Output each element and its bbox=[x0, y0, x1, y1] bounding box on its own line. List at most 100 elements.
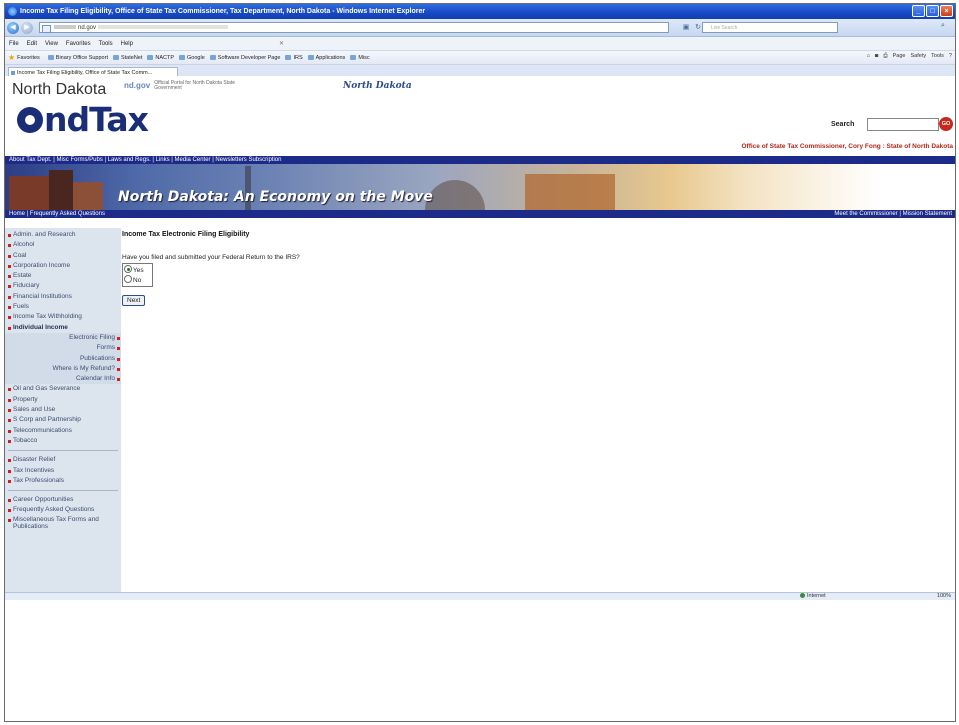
sidebar-item-corporation[interactable]: Corporation Income bbox=[5, 261, 121, 271]
option-yes[interactable]: Yes bbox=[124, 265, 151, 275]
sidebar-item-fiduciary[interactable]: Fiduciary bbox=[5, 281, 121, 291]
script-logo: North Dakota bbox=[343, 81, 412, 91]
maximize-button[interactable]: □ bbox=[926, 5, 939, 17]
cmd-page[interactable]: Page bbox=[893, 53, 906, 60]
sidebar-item-professionals[interactable]: Tax Professionals bbox=[5, 476, 121, 486]
sidebar-item-telecom[interactable]: Telecommunications bbox=[5, 426, 121, 436]
menu-bar: File Edit View Favorites Tools Help ✕ bbox=[5, 37, 955, 51]
back-icon[interactable]: ◀ bbox=[7, 21, 19, 34]
office-line: Office of State Tax Commissioner, Cory F… bbox=[741, 143, 953, 150]
menu-favorites[interactable]: Favorites bbox=[66, 41, 91, 47]
fav-item[interactable]: Applications bbox=[308, 55, 346, 61]
print-icon[interactable]: ⎙ bbox=[883, 53, 887, 60]
banner-factory bbox=[525, 174, 615, 210]
cmd-safety[interactable]: Safety bbox=[911, 53, 927, 60]
answer-group: Yes No bbox=[122, 263, 153, 287]
sidebar-item-sales-use[interactable]: Sales and Use bbox=[5, 405, 121, 415]
radio-no[interactable] bbox=[124, 275, 132, 283]
sidebar-item-financial[interactable]: Financial Institutions bbox=[5, 292, 121, 302]
sidebar-item-scorp[interactable]: S Corp and Partnership bbox=[5, 415, 121, 425]
sidebar-item-individual-income[interactable]: Individual Income bbox=[5, 323, 121, 333]
fav-item[interactable]: Binary Office Support bbox=[48, 55, 108, 61]
forward-icon[interactable]: ▶ bbox=[21, 21, 33, 34]
site-search-label: Search bbox=[831, 121, 855, 128]
close-button[interactable]: × bbox=[940, 5, 953, 17]
radio-yes[interactable] bbox=[124, 265, 132, 273]
sub-nav-right[interactable]: Meet the Commissioner | Mission Statemen… bbox=[834, 210, 952, 218]
sidebar-item-admin[interactable]: Admin. and Research bbox=[5, 230, 121, 240]
fav-item[interactable]: Software Developer Page bbox=[210, 55, 281, 61]
live-search-input[interactable]: Live Search bbox=[702, 22, 838, 33]
fav-item[interactable]: Google bbox=[179, 55, 205, 61]
sidebar-item-fuels[interactable]: Fuels bbox=[5, 302, 121, 312]
sidebar-item-incentives[interactable]: Tax Incentives bbox=[5, 466, 121, 476]
sidebar-item-disaster[interactable]: Disaster Relief bbox=[5, 455, 121, 465]
sidebar-subitem-publications[interactable]: Publications bbox=[5, 354, 121, 364]
sidebar-subitem-calendar[interactable]: Calendar Info bbox=[5, 374, 121, 384]
main-content: Income Tax Electronic Filing Eligibility… bbox=[122, 228, 952, 306]
sub-nav: Home | Frequently Asked Questions Meet t… bbox=[5, 210, 955, 218]
option-yes-label: Yes bbox=[133, 267, 144, 274]
screenshot-frame: Income Tax Filing Eligibility, Office of… bbox=[4, 3, 956, 722]
browser-window: Income Tax Filing Eligibility, Office of… bbox=[5, 4, 955, 600]
sidebar-item-faq[interactable]: Frequently Asked Questions bbox=[5, 505, 121, 515]
banner-building bbox=[73, 182, 103, 210]
top-nav[interactable]: About Tax Dept. | Misc Forms/Pubs | Laws… bbox=[5, 156, 955, 164]
search-icon[interactable]: ⌕ bbox=[941, 22, 945, 30]
address-bar[interactable]: nd.gov bbox=[39, 22, 669, 33]
help-icon[interactable]: ? bbox=[949, 53, 952, 60]
zoom-level[interactable]: 100% bbox=[937, 593, 951, 599]
window-title: Income Tax Filing Eligibility, Office of… bbox=[20, 8, 426, 15]
sub-nav-left[interactable]: Home | Frequently Asked Questions bbox=[9, 211, 105, 217]
sidebar-item-alcohol[interactable]: Alcohol bbox=[5, 240, 121, 250]
web-page: North Dakota nd.gov Official Portal for N… bbox=[5, 76, 955, 592]
sidebar-item-misc-forms[interactable]: Miscellaneous Tax Forms and Publications bbox=[5, 515, 121, 532]
favorites-bar: ★ Favorites Binary Office Support StateN… bbox=[5, 51, 955, 65]
sidebar-item-estate[interactable]: Estate bbox=[5, 271, 121, 281]
fav-item[interactable]: NACTP bbox=[147, 55, 174, 61]
portal-logo[interactable]: nd.gov Official Portal for North Dakota S… bbox=[124, 81, 244, 91]
security-zone: Internet bbox=[800, 593, 826, 599]
sidebar-subitems: Electronic Filing Forms Publications Whe… bbox=[5, 332, 121, 385]
sidebar-item-coal[interactable]: Coal bbox=[5, 251, 121, 261]
status-bar: Internet 100% bbox=[5, 592, 955, 600]
fav-item[interactable]: IRS bbox=[285, 55, 302, 61]
title-bar: Income Tax Filing Eligibility, Office of… bbox=[5, 4, 955, 19]
go-button[interactable]: GO bbox=[939, 117, 953, 131]
content-area: Admin. and Research Alcohol Coal Corpora… bbox=[5, 228, 955, 592]
home-icon[interactable]: ⌂ bbox=[867, 53, 870, 60]
menu-edit[interactable]: Edit bbox=[27, 41, 37, 47]
menu-help[interactable]: Help bbox=[121, 41, 133, 47]
option-no[interactable]: No bbox=[124, 275, 151, 285]
fav-item[interactable]: Misc bbox=[350, 55, 369, 61]
sidebar-subitem-forms[interactable]: Forms bbox=[5, 343, 121, 353]
sidebar-item-tobacco[interactable]: Tobacco bbox=[5, 436, 121, 446]
portal-brand: nd.gov bbox=[124, 81, 151, 90]
menu-view[interactable]: View bbox=[45, 41, 58, 47]
ndtax-logo[interactable]: ndTax bbox=[17, 100, 149, 139]
feeds-icon[interactable]: ◙ bbox=[875, 53, 878, 60]
ndtax-logo-text: ndTax bbox=[44, 100, 149, 139]
menu-file[interactable]: File bbox=[9, 41, 19, 47]
site-search-input[interactable] bbox=[867, 118, 939, 131]
address-text: nd.gov bbox=[78, 25, 97, 31]
favorites-label[interactable]: Favorites bbox=[17, 55, 40, 61]
sidebar-item-careers[interactable]: Career Opportunities bbox=[5, 495, 121, 505]
sidebar-subitem-efiling[interactable]: Electronic Filing bbox=[5, 333, 121, 343]
minimize-button[interactable]: _ bbox=[912, 5, 925, 17]
address-blur bbox=[54, 25, 76, 30]
next-button[interactable]: Next bbox=[122, 295, 146, 306]
fav-item[interactable]: StateNet bbox=[113, 55, 142, 61]
sidebar-item-oil-gas[interactable]: Oil and Gas Severance bbox=[5, 384, 121, 394]
compat-icon[interactable]: ▣ bbox=[681, 23, 691, 33]
toolbar-close-icon[interactable]: ✕ bbox=[279, 40, 284, 47]
sidebar-item-withholding[interactable]: Income Tax Withholding bbox=[5, 312, 121, 322]
ndtax-o-icon bbox=[17, 107, 43, 133]
sidebar-subitem-refund[interactable]: Where is My Refund? bbox=[5, 364, 121, 374]
question-text: Have you filed and submitted your Federa… bbox=[122, 254, 300, 261]
menu-tools[interactable]: Tools bbox=[99, 41, 113, 47]
cmd-tools[interactable]: Tools bbox=[931, 53, 944, 60]
sidebar-item-property[interactable]: Property bbox=[5, 395, 121, 405]
banner-building bbox=[9, 176, 49, 210]
favorites-star-icon[interactable]: ★ bbox=[8, 53, 15, 62]
